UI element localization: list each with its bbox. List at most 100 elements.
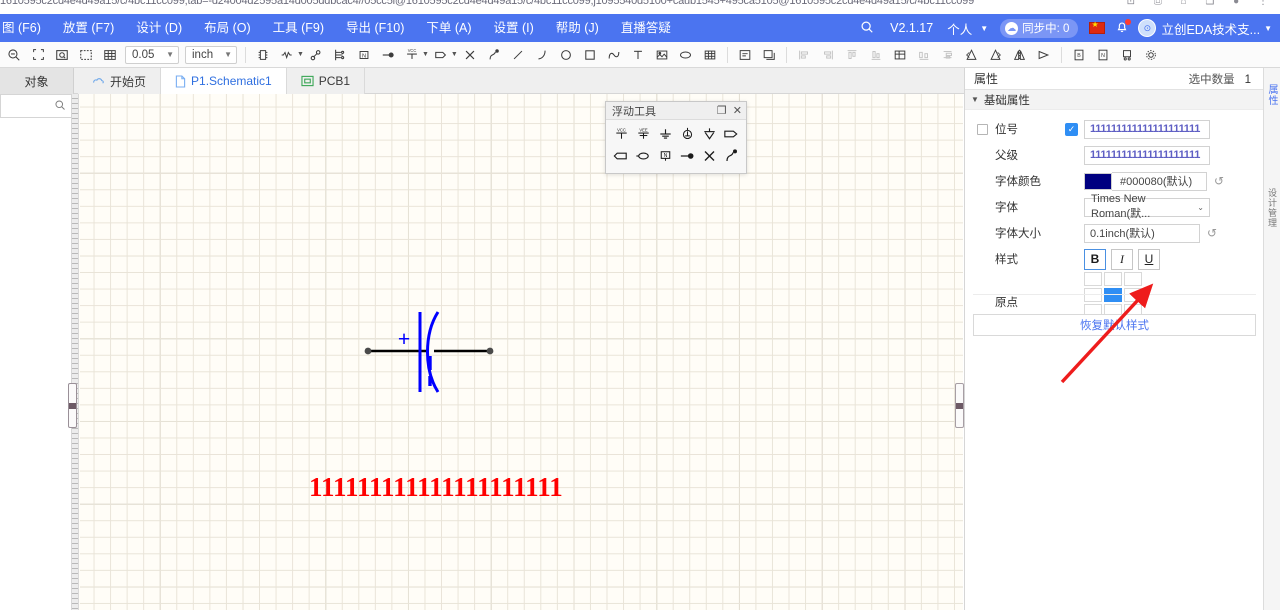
restore-default-style-button[interactable]: 恢复默认样式 <box>973 314 1256 336</box>
align-grid-icon[interactable] <box>889 44 911 66</box>
menu-export[interactable]: 导出 (F10) <box>335 14 415 42</box>
port-flag-icon[interactable] <box>610 145 632 167</box>
rotate-right-icon[interactable] <box>985 44 1007 66</box>
junction-dot-icon[interactable] <box>676 145 698 167</box>
menu-help[interactable]: 帮助 (J) <box>545 14 610 42</box>
netlist-icon[interactable]: N <box>1092 44 1114 66</box>
menu-view[interactable]: 图 (F6) <box>0 14 52 42</box>
menu-layout[interactable]: 布局 (O) <box>193 14 262 42</box>
cart-icon[interactable] <box>1116 44 1138 66</box>
italic-button[interactable]: I <box>1111 248 1133 270</box>
font-select[interactable]: Times New Roman(默... ⌄ <box>1084 193 1210 220</box>
brand-chevron-down-icon[interactable]: ▼ <box>1260 24 1280 33</box>
parent-input[interactable]: 111111111111111111111 <box>1084 145 1210 165</box>
distribute-v-icon[interactable] <box>937 44 959 66</box>
image-icon[interactable] <box>651 44 673 66</box>
align-bottom-icon[interactable] <box>865 44 887 66</box>
gear-icon[interactable] <box>1140 44 1162 66</box>
bom-icon[interactable]: B <box>1068 44 1090 66</box>
floating-tool-panel[interactable]: 浮动工具 ❐ ✕ VCC VEE N <box>605 101 747 174</box>
section-basic-properties[interactable]: ▼ 基础属性 <box>965 90 1263 110</box>
font-color-swatch[interactable] <box>1084 172 1112 190</box>
align-top-icon[interactable] <box>841 44 863 66</box>
user-avatar[interactable]: ⊙ <box>1138 19 1157 37</box>
text-icon[interactable] <box>627 44 649 66</box>
nocon-icon[interactable] <box>459 44 481 66</box>
polyline-icon[interactable] <box>483 44 505 66</box>
close-icon[interactable]: ✕ <box>733 104 742 117</box>
zoom-out-icon[interactable] <box>3 44 25 66</box>
left-panel-splitter[interactable] <box>68 383 77 428</box>
rect-icon[interactable] <box>579 44 601 66</box>
reset-icon[interactable]: ↺ <box>1214 174 1224 188</box>
fit-screen-icon[interactable] <box>27 44 49 66</box>
browser-url-text[interactable]: 1610595c2cd4e4d49a15/c/4bc11cc099;tab=-d… <box>0 0 974 7</box>
menu-live-qa[interactable]: 直播答疑 <box>610 14 682 42</box>
right-strip-design-manager-tab[interactable]: 设计管理 <box>1266 188 1279 228</box>
menu-tools[interactable]: 工具 (F9) <box>262 14 335 42</box>
netflag-icon[interactable] <box>720 145 742 167</box>
bold-button[interactable]: B <box>1084 248 1106 270</box>
tab-p1-schematic1[interactable]: P1.Schematic1 <box>161 68 287 94</box>
busentry-icon[interactable] <box>329 44 351 66</box>
mirror-icon[interactable] <box>1033 44 1055 66</box>
rotate-left-icon[interactable] <box>961 44 983 66</box>
netlabel-icon[interactable] <box>305 44 327 66</box>
vcc-icon[interactable]: VCC <box>610 123 632 145</box>
port-icon[interactable] <box>430 44 452 66</box>
search-icon[interactable] <box>852 20 882 37</box>
origin-cell-1[interactable] <box>1104 272 1122 286</box>
origin-cell-2[interactable] <box>1124 272 1142 286</box>
arc-icon[interactable] <box>531 44 553 66</box>
circle-icon[interactable] <box>555 44 577 66</box>
object-panel-tab[interactable]: 对象 <box>0 68 74 94</box>
select-area-icon[interactable] <box>75 44 97 66</box>
account-label[interactable]: 个人 <box>941 19 976 38</box>
underline-button[interactable]: U <box>1138 248 1160 270</box>
reset-icon[interactable]: ↺ <box>1207 226 1217 240</box>
zoom-area-icon[interactable] <box>51 44 73 66</box>
component-icon[interactable] <box>252 44 274 66</box>
line-icon[interactable] <box>507 44 529 66</box>
origin-cell-3[interactable] <box>1084 288 1102 302</box>
china-flag-icon[interactable] <box>1089 20 1106 34</box>
font-size-input[interactable]: 0.1inch(默认) <box>1084 223 1200 243</box>
component-designator-text[interactable]: 111111111111111111111 <box>309 472 563 503</box>
origin-cell-0[interactable] <box>1084 272 1102 286</box>
chevron-down-icon[interactable]: ▼ <box>422 51 429 58</box>
grid-toggle-icon[interactable] <box>99 44 121 66</box>
menu-design[interactable]: 设计 (D) <box>125 14 193 42</box>
chevron-down-icon[interactable]: ▼ <box>976 24 996 33</box>
origin-cell-4[interactable] <box>1104 288 1122 302</box>
panel-icon[interactable] <box>734 44 756 66</box>
right-panel-splitter[interactable] <box>955 383 964 428</box>
chevron-down-icon[interactable]: ▼ <box>297 51 304 58</box>
junction-icon[interactable] <box>377 44 399 66</box>
earth-ground-icon[interactable] <box>676 123 698 145</box>
chassis-ground-icon[interactable] <box>698 123 720 145</box>
menu-order[interactable]: 下单 (A) <box>415 14 482 42</box>
schematic-canvas[interactable]: + 111111111111111111111 浮动工具 ❐ ✕ VCC VEE… <box>72 94 963 610</box>
unit-select[interactable]: inch ▼ <box>185 45 237 64</box>
designator-visible-checkbox[interactable] <box>977 123 988 135</box>
no-connect-icon[interactable] <box>698 145 720 167</box>
table-icon[interactable] <box>699 44 721 66</box>
vcc-icon[interactable]: VCC <box>401 44 423 66</box>
search-input[interactable] <box>0 94 72 118</box>
bezier-icon[interactable] <box>603 44 625 66</box>
align-left-icon[interactable] <box>793 44 815 66</box>
designator-input[interactable]: 111111111111111111111 <box>1084 119 1210 139</box>
grid-size-select[interactable]: 0.05 ▼ <box>125 45 179 64</box>
chevron-down-icon[interactable]: ▼ <box>451 51 458 58</box>
brand-label[interactable]: 立创EDA技术支... <box>1161 19 1260 38</box>
right-strip-properties-tab[interactable]: 属性 <box>1266 84 1279 106</box>
tab-pcb1[interactable]: PCB1 <box>286 68 366 94</box>
netlabel-n-icon[interactable]: N <box>654 145 676 167</box>
notification-bell-icon[interactable] <box>1115 18 1132 37</box>
flip-h-icon[interactable] <box>1009 44 1031 66</box>
tab-start-page[interactable]: 开始页 <box>78 68 162 94</box>
align-center-icon[interactable] <box>817 44 839 66</box>
vee-icon[interactable]: VEE <box>632 123 654 145</box>
netflag-icon[interactable]: N <box>353 44 375 66</box>
port-right-icon[interactable] <box>720 123 742 145</box>
